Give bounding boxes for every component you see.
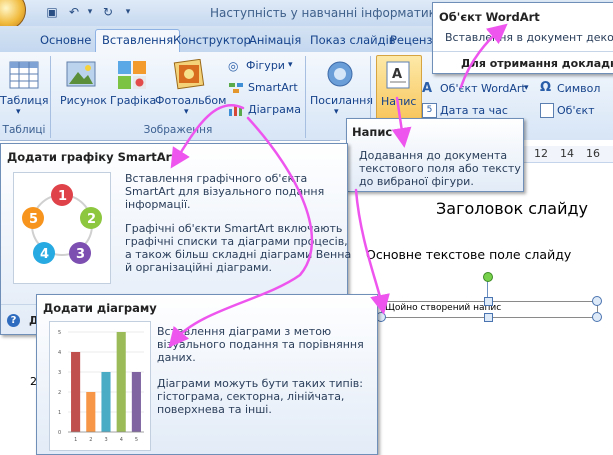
arrow-to-chart-tooltip	[168, 116, 314, 348]
annotation-arrows	[168, 23, 508, 348]
arrow-to-textbox-tooltip	[391, 96, 412, 148]
arrow-to-smartart-tooltip	[170, 104, 245, 169]
arrow-to-new-textbox	[354, 188, 390, 315]
arrow-to-wordart-tooltip	[459, 23, 508, 89]
